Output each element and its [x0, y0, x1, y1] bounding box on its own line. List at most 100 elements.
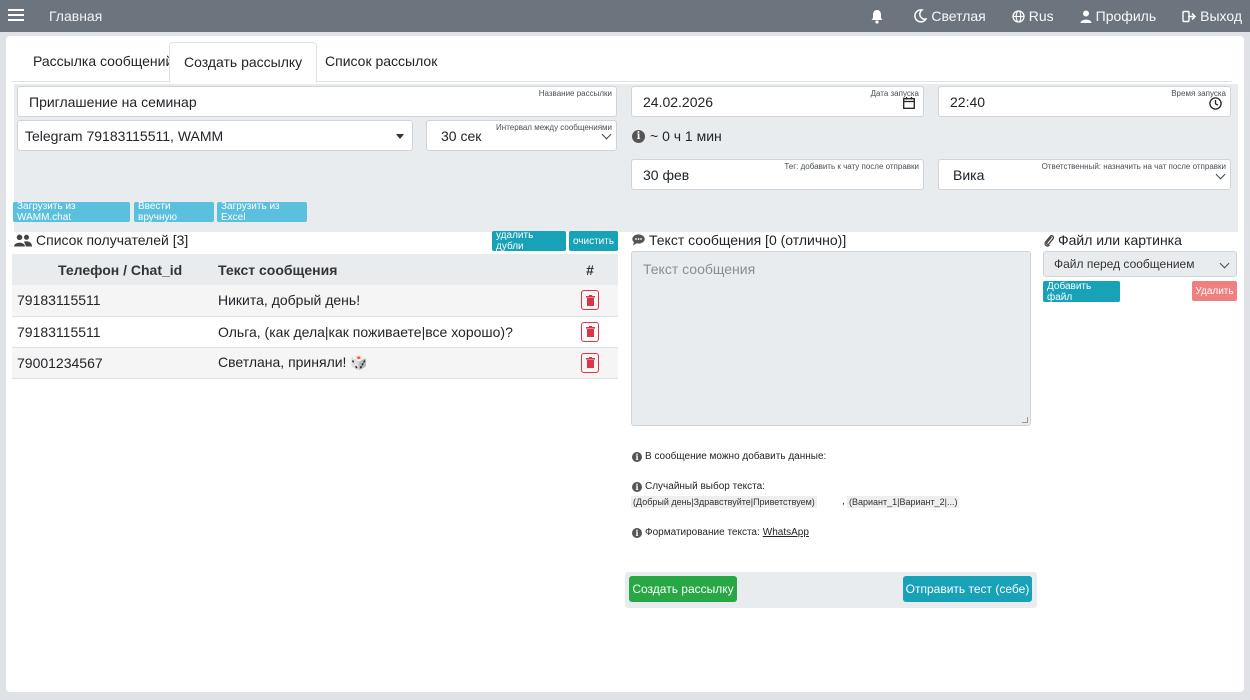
delete-row-button[interactable] — [581, 321, 599, 342]
file-position-select[interactable]: Файл перед сообщением — [1043, 251, 1237, 277]
interval-caption: Интервал между сообщениями — [496, 123, 612, 132]
info-icon: i — [632, 527, 642, 538]
remove-duplicates-button[interactable]: удалить дубли — [492, 230, 566, 252]
info-format: i Форматирование текста: WhatsApp — [632, 527, 809, 538]
table-row: 79183115511 Никита, добрый день! — [12, 285, 618, 317]
language-label: Rus — [1028, 8, 1054, 24]
clock-icon[interactable] — [1209, 97, 1222, 110]
info-data: i В сообщение можно добавить данные: — [632, 451, 826, 462]
interval-select[interactable]: 30 сек Интервал между сообщениями — [426, 120, 617, 151]
recipients-title: Список получателей [3] — [14, 232, 188, 248]
row-phone: 79001234567 — [12, 347, 214, 379]
row-text: Никита, добрый день! — [214, 285, 558, 317]
profile-link[interactable]: Профиль — [1080, 8, 1156, 24]
mailing-name-caption: Название рассылки — [538, 89, 612, 98]
file-title: Файл или картинка — [1044, 232, 1182, 248]
delete-row-button[interactable] — [581, 352, 599, 373]
file-position-value: Файл перед сообщением — [1054, 257, 1195, 271]
launch-time-value: 22:40 — [950, 93, 986, 110]
table-row: 79183115511 Ольга, (как дела|как поживае… — [12, 316, 618, 348]
account-select-value: Telegram 79183115511, WAMM — [25, 127, 224, 144]
info-icon: i — [632, 481, 642, 492]
nav-home-link[interactable]: Главная — [49, 8, 102, 24]
tag-input[interactable]: 30 фев Тег: добавить к чату после отправ… — [631, 159, 924, 190]
row-phone: 79183115511 — [12, 285, 214, 317]
responsible-caption: Ответственный: назначить на чат после от… — [1041, 162, 1226, 171]
tab-bar: Рассылка сообщений Создать рассылку Спис… — [12, 42, 1232, 83]
example-separator: , — [842, 496, 845, 507]
responsible-select[interactable]: Вика Ответственный: назначить на чат пос… — [938, 159, 1231, 190]
message-title-text: Текст сообщения [0 (отлично)] — [649, 232, 847, 248]
duration-text: ~ 0 ч 1 мин — [650, 128, 722, 144]
caret-down-icon — [396, 134, 404, 139]
load-from-wamm-button[interactable]: Загрузить из WAMM.chat — [13, 201, 130, 223]
theme-toggle[interactable]: Светлая — [914, 8, 986, 24]
row-text: Ольга, (как дела|как поживаете|все хорош… — [214, 316, 558, 348]
info-icon: i — [632, 451, 642, 462]
duration-estimate: i ~ 0 ч 1 мин — [632, 128, 722, 144]
column-header-phone[interactable]: Телефон / Chat_id — [12, 254, 214, 285]
trash-icon — [585, 294, 595, 306]
send-test-button[interactable]: Отправить тест (себе) — [903, 576, 1032, 602]
interval-select-value: 30 сек — [441, 127, 482, 144]
example-random-2[interactable]: (Вариант_1|Вариант_2|...) — [847, 496, 960, 508]
row-phone: 79183115511 — [12, 316, 214, 348]
trash-icon — [585, 357, 595, 368]
column-header-text[interactable]: Текст сообщения — [214, 254, 558, 285]
logout-link[interactable]: Выход — [1182, 8, 1242, 24]
bell-icon — [871, 9, 883, 24]
logout-label: Выход — [1200, 8, 1242, 24]
recipients-title-text: Список получателей [3] — [36, 232, 189, 248]
table-row: 79001234567 Светлана, приняли! 🎲 — [12, 347, 618, 379]
launch-time-input[interactable]: 22:40 Время запуска — [938, 86, 1231, 117]
globe-icon — [1012, 9, 1025, 23]
responsible-value: Вика — [953, 166, 985, 183]
info-format-text: Форматирование текста: — [645, 527, 760, 538]
comment-icon — [632, 234, 645, 246]
paperclip-icon — [1044, 235, 1054, 247]
column-header-actions: # — [558, 254, 618, 285]
users-icon — [14, 234, 32, 246]
tab-mailing-messages[interactable]: Рассылка сообщений — [19, 42, 187, 82]
whatsapp-format-link[interactable]: WhatsApp — [763, 527, 809, 538]
info-icon: i — [632, 129, 645, 143]
chevron-down-icon — [1219, 258, 1230, 269]
action-bar: Создать рассылку Отправить тест (себе) — [625, 572, 1037, 608]
moon-icon — [914, 9, 928, 23]
load-from-excel-button[interactable]: Загрузить из Excel — [217, 201, 307, 223]
theme-label: Светлая — [931, 8, 986, 24]
menu-icon[interactable] — [8, 6, 24, 26]
info-random: i Случайный выбор текста: — [632, 481, 765, 492]
clear-button[interactable]: очистить — [569, 231, 618, 251]
resize-handle[interactable] — [1022, 417, 1028, 423]
row-text: Светлана, приняли! 🎲 — [214, 347, 558, 379]
mailing-name-value: Приглашение на семинар — [29, 93, 197, 110]
info-data-text: В сообщение можно добавить данные: — [645, 451, 827, 462]
message-placeholder: Текст сообщения — [643, 261, 756, 277]
delete-row-button[interactable] — [581, 290, 599, 311]
create-mailing-button[interactable]: Создать рассылку — [629, 576, 737, 602]
notifications-button[interactable] — [870, 9, 888, 24]
tag-caption: Тег: добавить к чату после отправки — [784, 162, 919, 171]
delete-file-button[interactable]: Удалить — [1192, 281, 1237, 301]
logout-icon — [1182, 10, 1197, 22]
trash-icon — [585, 326, 595, 337]
add-file-button[interactable]: Добавить файл — [1043, 281, 1120, 303]
example-random-1[interactable]: (Добрый день|Здравствуйте|Приветствуем) — [631, 496, 817, 508]
profile-label: Профиль — [1095, 8, 1157, 24]
mailing-name-input[interactable]: Приглашение на семинар Название рассылки — [17, 86, 617, 117]
top-navbar: Главная Светлая Rus Профиль Выход — [0, 0, 1250, 32]
calendar-icon[interactable] — [903, 97, 915, 109]
user-icon — [1080, 10, 1092, 23]
file-title-text: Файл или картинка — [1058, 232, 1182, 248]
recipients-table: Телефон / Chat_id Текст сообщения # 7918… — [12, 254, 618, 379]
launch-date-value: 24.02.2026 — [643, 93, 714, 110]
message-textarea[interactable]: Текст сообщения — [631, 251, 1031, 426]
launch-date-input[interactable]: 24.02.2026 Дата запуска — [631, 86, 924, 117]
tab-mailing-list[interactable]: Список рассылок — [311, 42, 451, 82]
language-selector[interactable]: Rus — [1012, 8, 1054, 24]
chevron-down-icon — [1215, 169, 1226, 180]
manual-entry-button[interactable]: Ввести вручную — [134, 201, 214, 223]
account-select[interactable]: Telegram 79183115511, WAMM — [17, 120, 413, 151]
tab-create-mailing[interactable]: Создать рассылку — [169, 42, 318, 83]
